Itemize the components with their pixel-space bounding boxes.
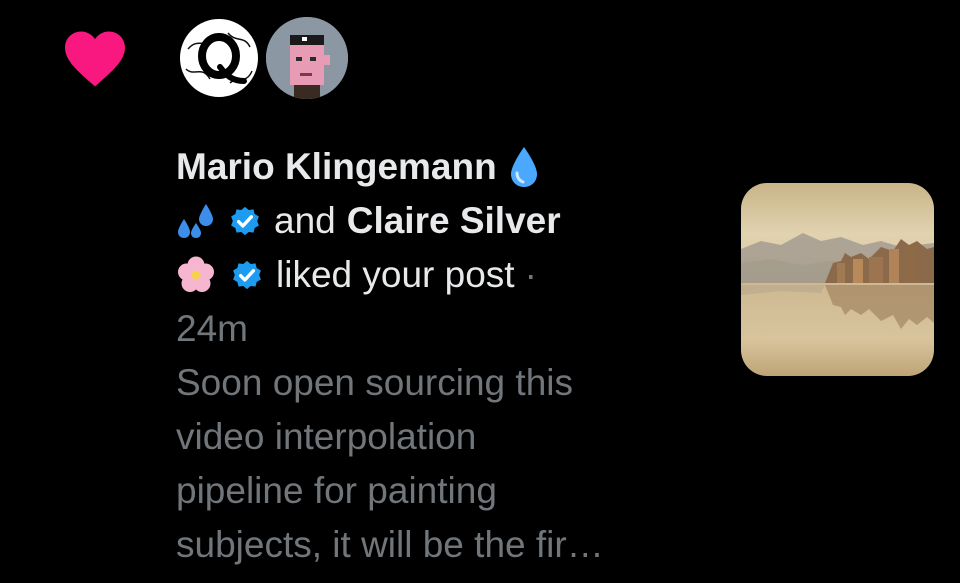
connector-text: and <box>274 200 336 241</box>
sweat-droplets-icon <box>178 204 213 238</box>
avatar-claire-silver[interactable] <box>266 17 348 99</box>
timestamp: 24m <box>176 308 248 349</box>
separator-dot: · <box>524 254 537 295</box>
user1-name[interactable]: Mario Klingemann <box>176 140 497 194</box>
like-notification[interactable]: Mario Klingemann and Claire Silver liked… <box>0 0 960 583</box>
landscape-painting-thumbnail-icon <box>741 183 934 376</box>
notification-text: Mario Klingemann and Claire Silver liked… <box>176 140 716 572</box>
droplet-icon <box>510 147 537 187</box>
avatar-mario-klingemann[interactable] <box>178 17 260 99</box>
line-user1: Mario Klingemann <box>176 140 716 194</box>
preview-line: pipeline for painting <box>176 470 497 511</box>
pixel-punk-icon <box>266 17 348 99</box>
line-user2: and Claire Silver <box>176 194 716 248</box>
cherry-blossom-icon <box>178 256 214 292</box>
verified-badge-icon-2 <box>233 260 261 290</box>
heart-icon <box>65 31 125 87</box>
q-monogram-icon <box>182 21 256 95</box>
action-text: liked your post <box>276 254 515 295</box>
preview-line: Soon open sourcing this <box>176 362 573 403</box>
line-action: liked your post · <box>176 248 716 302</box>
verified-badge-icon <box>231 206 259 236</box>
user2-name[interactable]: Claire Silver <box>347 194 561 248</box>
post-thumbnail[interactable] <box>741 183 934 376</box>
post-preview[interactable]: Soon open sourcing this video interpolat… <box>176 356 716 572</box>
preview-line: subjects, it will be the fir… <box>176 524 604 565</box>
preview-line: video interpolation <box>176 416 477 457</box>
